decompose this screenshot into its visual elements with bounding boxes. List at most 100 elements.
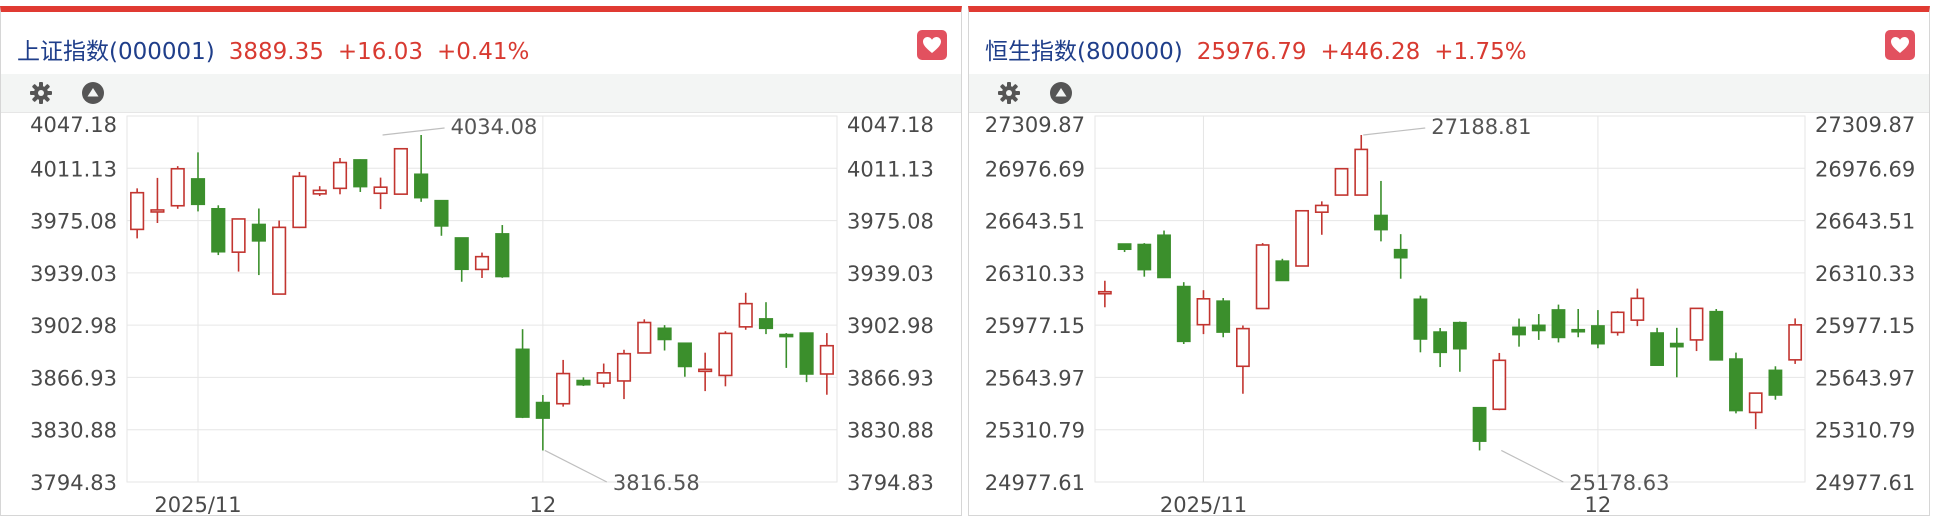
candle-body	[576, 379, 591, 386]
candle[interactable]	[1295, 209, 1309, 267]
candle-body	[251, 223, 266, 242]
y-tick-label-left: 3794.83	[30, 471, 117, 495]
candle[interactable]	[799, 332, 814, 383]
y-tick-label-right: 3902.98	[847, 314, 934, 338]
candle-body	[1216, 300, 1231, 333]
chart-toolbar	[1, 74, 961, 113]
candle[interactable]	[1709, 309, 1724, 361]
candle-body	[1768, 369, 1783, 396]
candle[interactable]	[1216, 298, 1231, 338]
candle-body	[779, 333, 794, 338]
candle-body	[130, 191, 145, 231]
candle-body	[1689, 307, 1704, 341]
candle[interactable]	[272, 220, 287, 295]
candle-body	[1788, 324, 1803, 361]
y-tick-label-right: 27309.87	[1815, 113, 1915, 137]
candle-body	[596, 372, 611, 384]
candle-body	[1334, 167, 1349, 196]
candle-body	[332, 161, 348, 190]
candle[interactable]	[1492, 352, 1507, 411]
candle[interactable]	[1768, 366, 1783, 400]
x-tick-label: 2025/11	[1160, 493, 1247, 516]
candle[interactable]	[1255, 243, 1270, 310]
candle-body	[1452, 321, 1467, 350]
y-tick-label-right: 26976.69	[1815, 157, 1915, 181]
y-tick-label-right: 25310.79	[1815, 419, 1915, 443]
gear-icon[interactable]	[997, 81, 1021, 105]
candle-body	[434, 199, 449, 227]
candle[interactable]	[332, 158, 348, 195]
candle[interactable]	[1551, 304, 1566, 343]
candle[interactable]	[1729, 352, 1743, 414]
candle-body	[738, 302, 753, 328]
candle[interactable]	[393, 147, 408, 195]
candle-body	[1117, 243, 1132, 251]
candle[interactable]	[637, 319, 652, 354]
y-tick-label-right: 3939.03	[847, 262, 934, 286]
candle[interactable]	[1157, 230, 1171, 279]
candle-body	[1571, 328, 1586, 333]
candle[interactable]	[1788, 318, 1803, 364]
quote-line: 恒生指数(800000) 25976.79 +446.28 +1.75%	[985, 32, 1541, 66]
triangle-up-icon[interactable]	[1049, 81, 1073, 105]
candle-body	[272, 226, 287, 295]
index-change-pct: +1.75%	[1434, 39, 1527, 65]
candle-body	[1472, 406, 1487, 442]
index-panel-hsi: 恒生指数(800000) 25976.79 +446.28 +1.75% 27309.…	[968, 6, 1930, 516]
candle-body	[1650, 332, 1664, 366]
candle-body	[1196, 298, 1211, 326]
panel-header: 恒生指数(800000) 25976.79 +446.28 +1.75%	[969, 12, 1929, 74]
candle-body	[1591, 325, 1605, 345]
candle-body	[1630, 297, 1645, 321]
candle[interactable]	[1610, 311, 1625, 336]
favorite-button[interactable]	[917, 30, 947, 60]
candle-body	[231, 218, 246, 253]
y-tick-label-left: 3975.08	[30, 210, 117, 234]
y-tick-label-left: 25310.79	[985, 419, 1085, 443]
index-name[interactable]: 上证指数(000001)	[17, 39, 215, 65]
candle-body	[393, 147, 408, 195]
heart-icon	[1891, 37, 1909, 53]
candle[interactable]	[292, 171, 307, 229]
favorite-button[interactable]	[1885, 30, 1915, 60]
x-tick-label: 12	[529, 493, 556, 516]
chart-toolbar	[969, 74, 1929, 113]
candlestick-chart[interactable]: 27309.87 27309.87 26976.69 26976.69 26643.51…	[969, 112, 1929, 516]
candle-body	[1137, 243, 1152, 271]
y-tick-label-left: 4011.13	[30, 157, 117, 181]
candle-body	[1729, 358, 1743, 412]
candle[interactable]	[353, 159, 368, 192]
y-tick-label-left: 3902.98	[30, 314, 117, 338]
candle[interactable]	[1334, 167, 1349, 196]
candle[interactable]	[170, 166, 185, 209]
y-tick-label-left: 3830.88	[30, 419, 117, 443]
y-tick-label-right: 25977.15	[1815, 314, 1915, 338]
candle-body	[1295, 209, 1309, 267]
candle[interactable]	[211, 205, 226, 256]
candlestick-chart[interactable]: 4047.18 4047.18 4011.13 4011.13 3975.08 3975.…	[1, 112, 961, 516]
candle[interactable]	[1275, 258, 1290, 282]
candle-body	[170, 167, 185, 207]
triangle-up-icon[interactable]	[81, 81, 105, 105]
candle-body	[190, 178, 206, 206]
candle-body	[1669, 342, 1684, 348]
candle-body	[535, 401, 550, 419]
y-tick-label-right: 4047.18	[847, 113, 934, 137]
candle[interactable]	[1176, 282, 1191, 344]
candle-body	[1551, 309, 1566, 339]
candle-body	[1531, 324, 1546, 332]
candle-body	[556, 372, 571, 405]
index-name[interactable]: 恒生指数(800000)	[985, 39, 1183, 65]
y-tick-label-right: 3975.08	[847, 210, 934, 234]
candle[interactable]	[1650, 327, 1664, 366]
candle-body	[1097, 290, 1112, 295]
y-tick-label-right: 3866.93	[847, 366, 934, 390]
candle-body	[616, 352, 632, 382]
candle-body	[373, 186, 388, 195]
index-price: 25976.79	[1196, 39, 1307, 65]
low-annotation: 3816.58	[613, 471, 700, 495]
gear-icon[interactable]	[29, 81, 53, 105]
candle-body	[819, 344, 834, 375]
candle-body	[677, 342, 692, 368]
y-tick-label-left: 25977.15	[985, 314, 1085, 338]
